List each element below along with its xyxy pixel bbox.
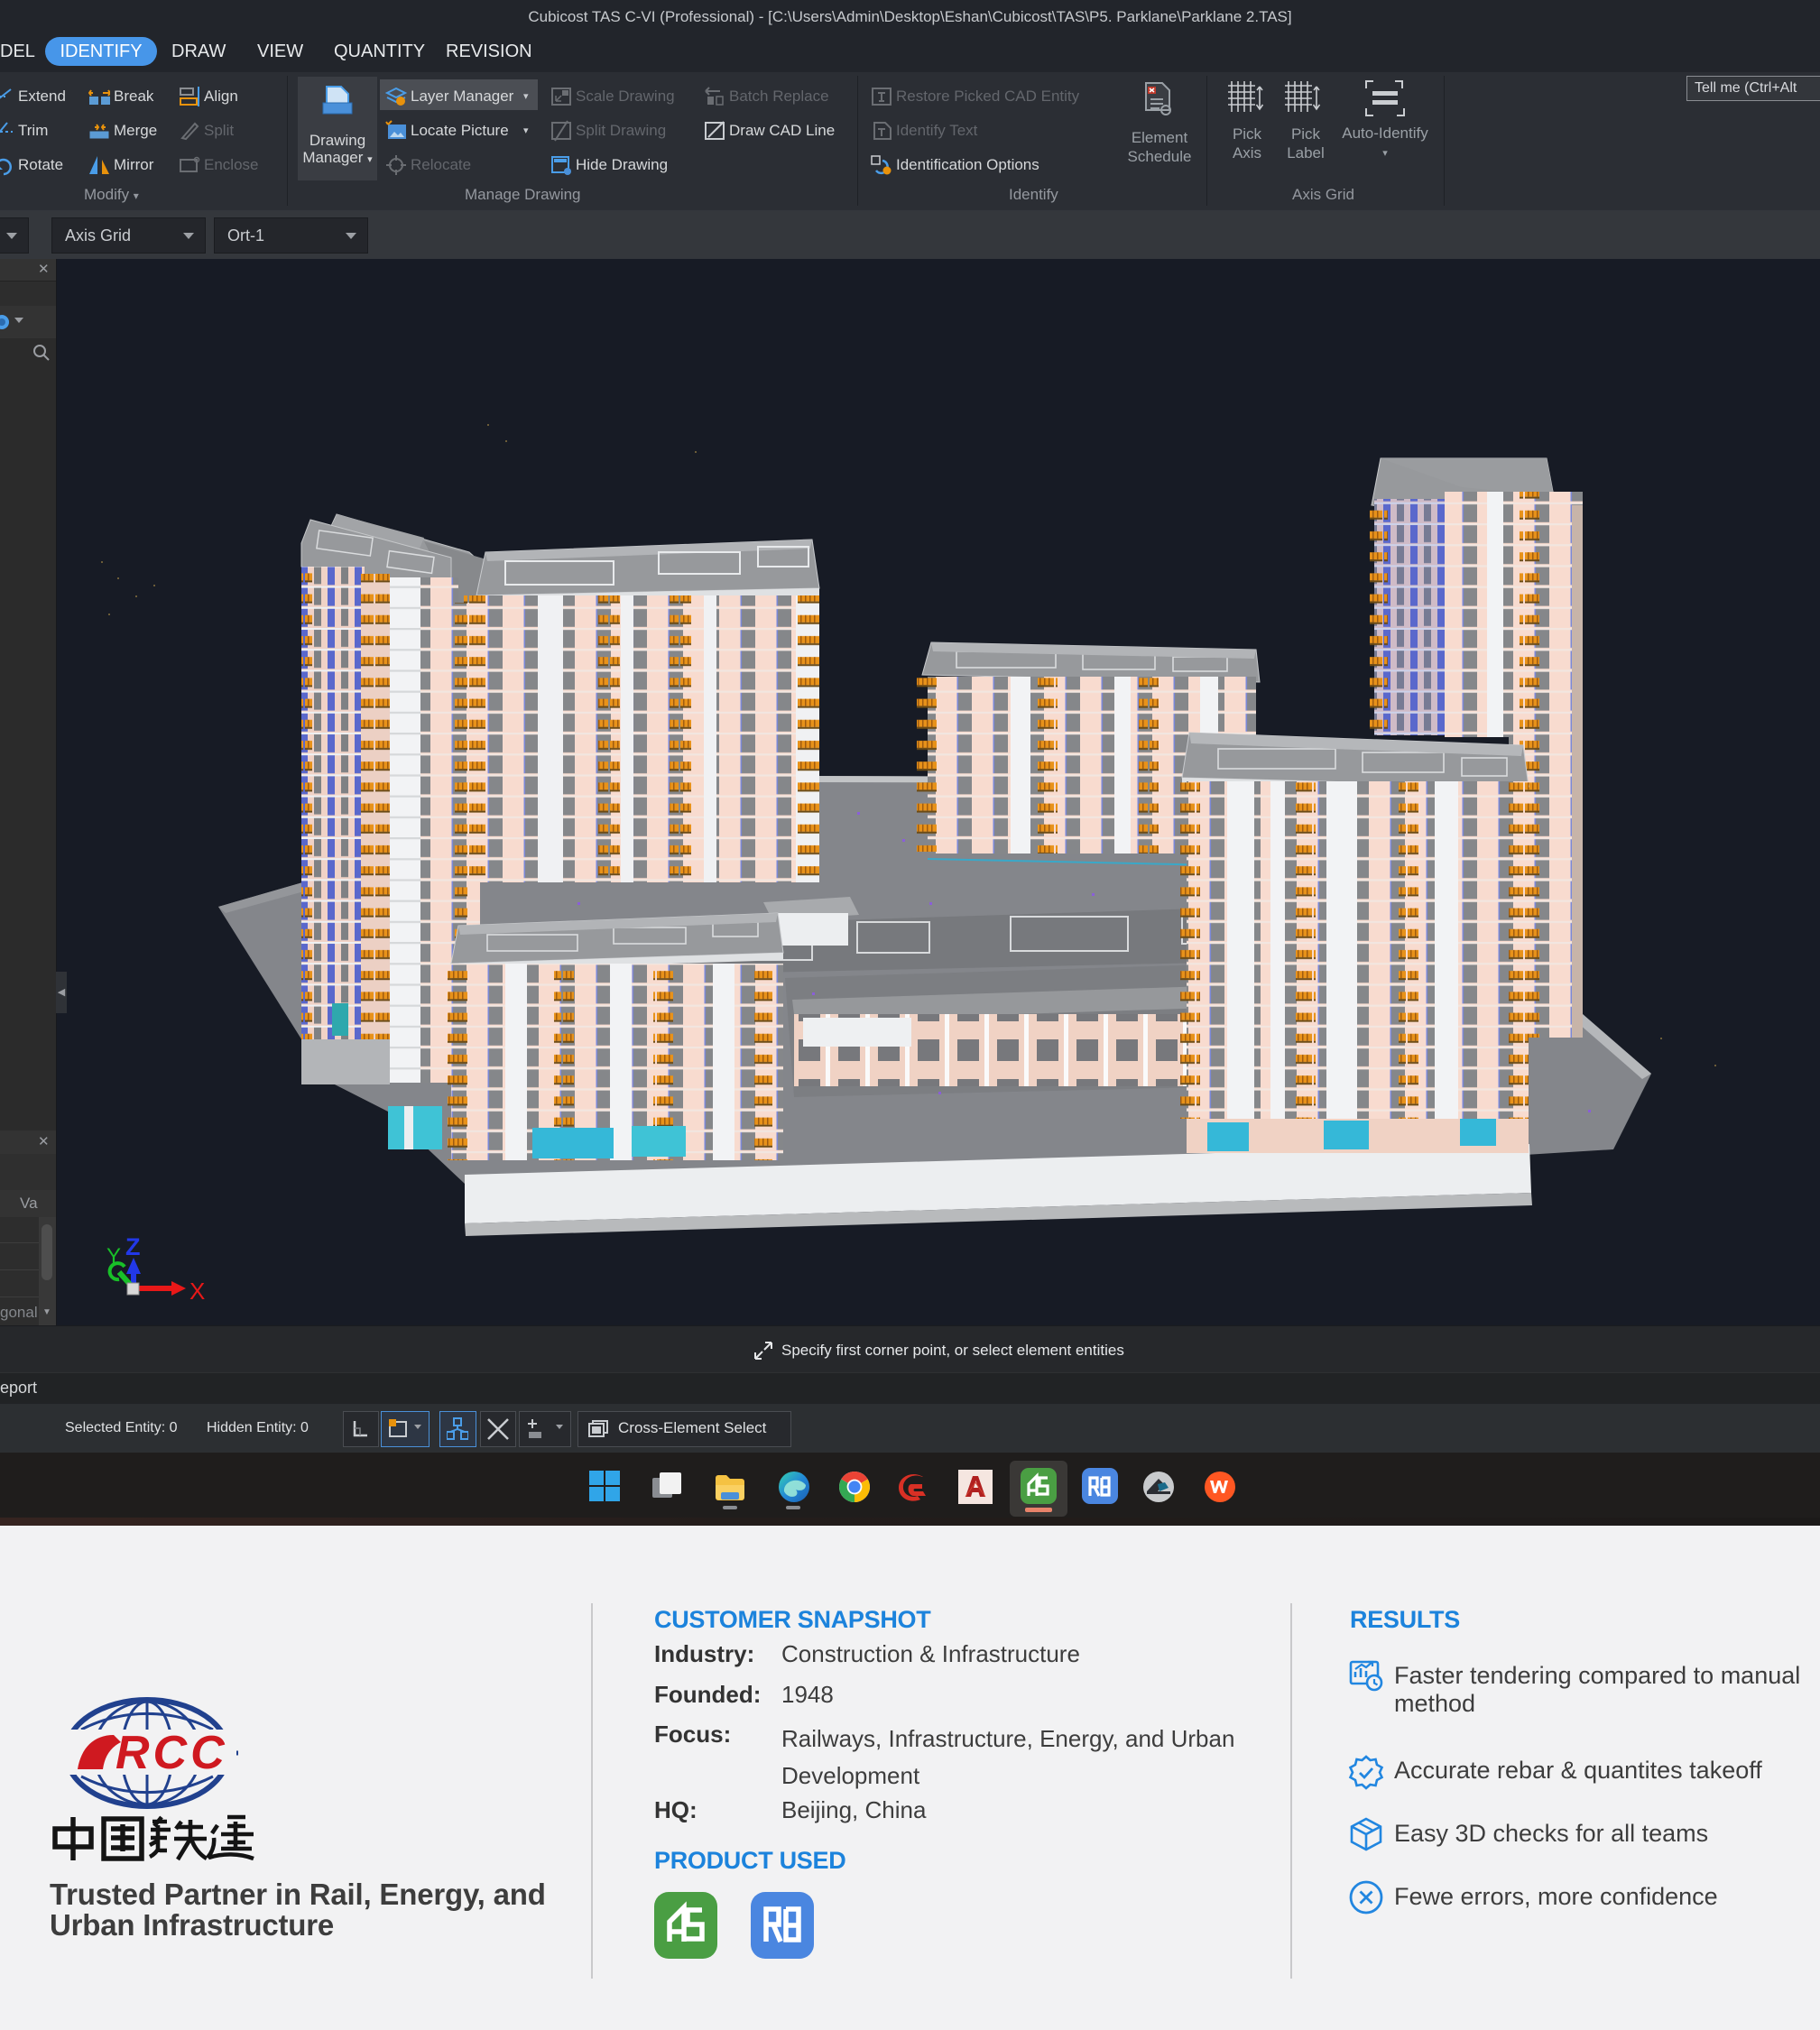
svg-text:X: X: [189, 1278, 205, 1305]
svg-text:Z: Z: [125, 1233, 141, 1260]
svg-text:Y: Y: [106, 1244, 121, 1269]
svg-text:RCC: RCC: [115, 1727, 228, 1779]
